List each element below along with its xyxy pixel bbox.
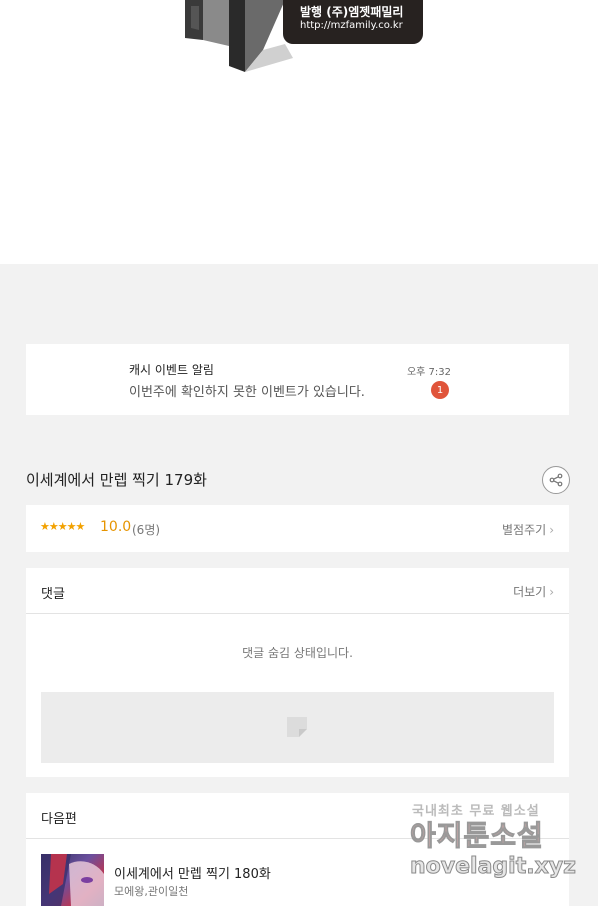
comments-hidden-message: 댓글 숨김 상태입니다. [242, 646, 353, 660]
rating-card: ★★★★★ 10.0 (6명) 별점주기 › [26, 505, 569, 552]
chevron-right-icon: › [549, 585, 554, 599]
comment-placeholder-box [41, 692, 554, 763]
comments-more-label: 더보기 [513, 585, 547, 599]
rate-button[interactable]: 별점주기 › [502, 521, 554, 538]
cash-event-notification[interactable]: 캐시 이벤트 알림 이번주에 확인하지 못한 이벤트가 있습니다. 오후 7:3… [26, 344, 569, 415]
comments-more-button[interactable]: 더보기 › [513, 583, 554, 600]
comments-header: 댓글 더보기 › [26, 568, 569, 614]
character-art [41, 854, 104, 906]
note-icon [287, 717, 307, 737]
notification-time: 오후 7:32 [406, 367, 451, 378]
next-episode-title[interactable]: 이세계에서 만렙 찍기 180화 [114, 863, 271, 882]
next-episode-section-title: 다음편 [41, 812, 77, 827]
share-icon [549, 473, 563, 487]
notification-badge: 1 [431, 381, 449, 399]
episode-title: 이세계에서 만렙 찍기 179화 [26, 471, 207, 489]
rating-count: (6명) [132, 523, 161, 537]
next-episode-section: 다음편 이세계에서 만렙 찍기 180화 모에왕,관이일천 [26, 793, 569, 906]
publisher-logo: 발행 (주)엠젯패밀리 http://mzfamily.co.kr [185, 0, 423, 72]
notification-title: 캐시 이벤트 알림 [129, 363, 214, 377]
rating-stars: ★★★★★ [40, 520, 85, 533]
next-episode-author: 모에왕,관이일천 [114, 885, 189, 898]
next-episode-thumbnail[interactable] [41, 854, 104, 906]
share-button[interactable] [542, 466, 570, 494]
comments-title: 댓글 [41, 587, 65, 602]
publisher-name: 발행 (주)엠젯패밀리 [300, 5, 404, 19]
rate-button-label: 별점주기 [502, 523, 547, 537]
next-episode-header: 다음편 [26, 793, 569, 839]
rating-score: 10.0 [100, 519, 132, 535]
content-end-area: 발행 (주)엠젯패밀리 http://mzfamily.co.kr [0, 0, 598, 264]
comments-section: 댓글 더보기 › 댓글 숨김 상태입니다. [26, 568, 569, 777]
chevron-right-icon: › [549, 523, 554, 537]
publisher-url: http://mzfamily.co.kr [300, 20, 403, 31]
notification-message: 이번주에 확인하지 못한 이벤트가 있습니다. [129, 385, 365, 400]
